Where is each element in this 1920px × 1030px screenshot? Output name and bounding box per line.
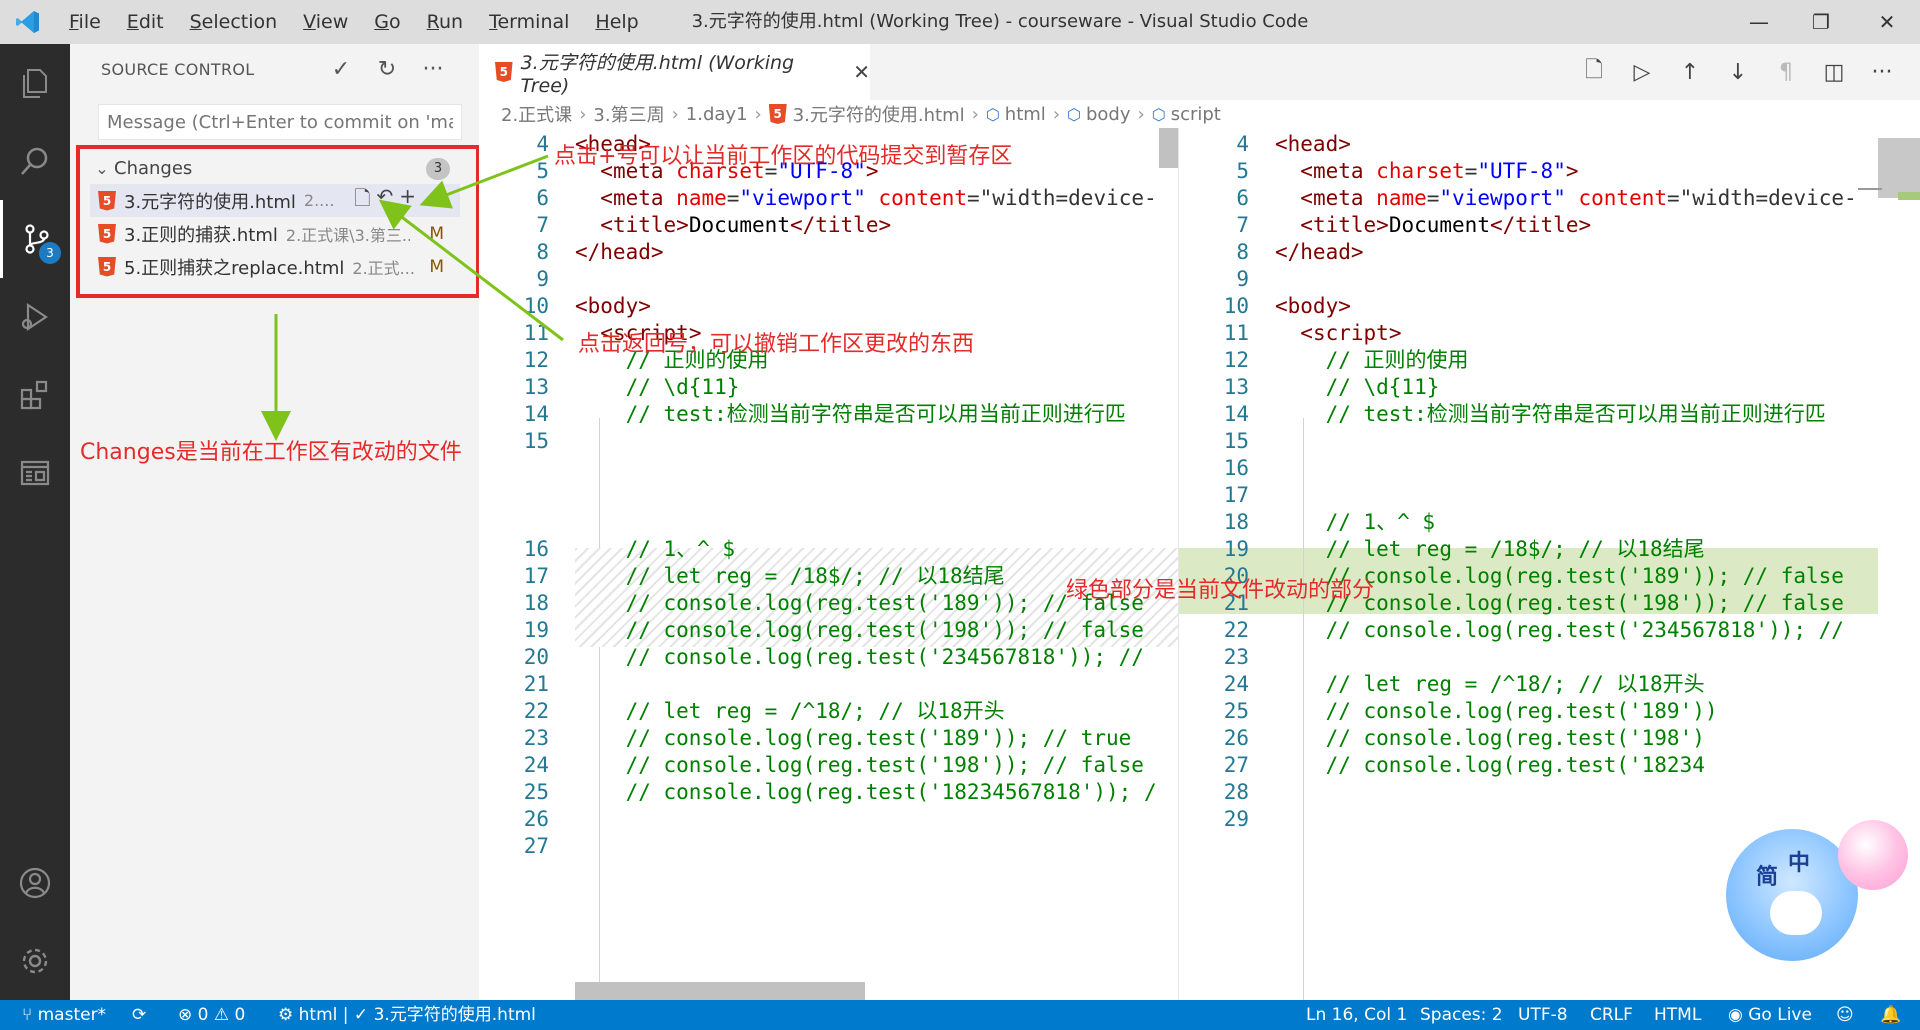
breadcrumb-item[interactable]: 3.元字符的使用.html	[793, 101, 965, 127]
green-annotation: 绿色部分是当前文件改动的部分	[1066, 578, 1375, 603]
close-window-icon[interactable]: ✕	[1856, 0, 1918, 44]
notifications-bell-icon[interactable]: 🔔	[1880, 1000, 1901, 1030]
breadcrumb-item[interactable]: html	[1005, 104, 1046, 125]
activity-bar: 3	[0, 44, 70, 1000]
language-status[interactable]: ⚙ html | ✓ 3.元字符的使用.html	[278, 1000, 536, 1030]
minimize-icon[interactable]: —	[1728, 0, 1790, 44]
status-bar: ⑂ master* ⟳ ⊗ 0 ⚠ 0 ⚙ html | ✓ 3.元字符的使用.…	[0, 1000, 1920, 1030]
next-change-icon[interactable]: ↓	[1723, 57, 1753, 87]
sync-icon[interactable]: ⟳	[132, 1000, 146, 1030]
overview-marker	[1858, 188, 1882, 190]
tab-label: 3.元字符的使用.html (Working Tree)	[520, 51, 795, 97]
whitespace-icon[interactable]: ¶	[1771, 57, 1801, 87]
extensions-icon[interactable]	[0, 356, 70, 434]
refresh-icon[interactable]: ↻	[372, 54, 402, 84]
indentation[interactable]: Spaces: 2	[1420, 1000, 1503, 1030]
remote-explorer-icon[interactable]	[0, 434, 70, 512]
go-live-button[interactable]: ◉ Go Live	[1728, 1000, 1812, 1030]
editor-tab-bar: 5 3.元字符的使用.html (Working Tree) ✕ 🗋 ▷ ↑ ↓…	[479, 44, 1920, 100]
branch-indicator[interactable]: ⑂ master*	[22, 1000, 106, 1030]
stage-annotation: 点击+号可以让当前工作区的代码提交到暂存区	[554, 144, 1013, 169]
sidebar-title: SOURCE CONTROL	[101, 60, 255, 79]
menu-run[interactable]: Run	[414, 0, 476, 44]
close-tab-icon[interactable]: ✕	[853, 60, 870, 84]
window-title: 3.元字符的使用.html (Working Tree) - coursewar…	[691, 11, 1309, 32]
problems-indicator[interactable]: ⊗ 0 ⚠ 0	[178, 1000, 245, 1030]
restore-icon[interactable]: ❐	[1790, 0, 1852, 44]
cursor-position[interactable]: Ln 16, Col 1	[1306, 1000, 1407, 1030]
discard-annotation: 点击返回号，可以撤销工作区更改的东西	[578, 332, 975, 357]
previous-change-icon[interactable]: ↑	[1675, 57, 1705, 87]
code-line[interactable]: 27	[479, 830, 1178, 863]
html5-file-icon: 5	[768, 104, 787, 124]
diff-original-pane[interactable]: 34<head>5 <meta charset="UTF-8">6 <meta …	[479, 128, 1178, 1000]
menu-file[interactable]: File	[56, 0, 114, 44]
menu-edit[interactable]: Edit	[114, 0, 177, 44]
more-actions-icon[interactable]: ···	[418, 54, 448, 84]
split-editor-icon[interactable]: ◫	[1819, 57, 1849, 87]
language-mode[interactable]: HTML	[1654, 1000, 1701, 1030]
breadcrumb-item[interactable]: 2.正式课	[501, 101, 572, 127]
line-ending[interactable]: CRLF	[1590, 1000, 1633, 1030]
menu-bar: File Edit Selection View Go Run Terminal…	[56, 0, 652, 44]
breadcrumb-item[interactable]: 1.day1	[686, 104, 748, 125]
commit-check-icon[interactable]: ✓	[326, 54, 356, 84]
vscode-logo-icon	[0, 0, 56, 44]
account-icon[interactable]	[0, 844, 70, 922]
more-actions-icon[interactable]: ···	[1867, 57, 1897, 87]
open-file-icon[interactable]: 🗋	[1579, 57, 1609, 87]
commit-message-input[interactable]	[98, 104, 462, 140]
menu-selection[interactable]: Selection	[177, 0, 291, 44]
changes-annotation: Changes是当前在工作区有改动的文件	[80, 440, 462, 465]
symbol-icon: ⬡	[985, 104, 1000, 124]
symbol-icon: ⬡	[1151, 104, 1166, 124]
breadcrumb: 2.正式课 › 3.第三周 › 1.day1 › 5 3.元字符的使用.html › ⬡…	[479, 100, 1920, 128]
changes-highlight-box	[76, 145, 480, 298]
line-number: 27	[523, 834, 549, 858]
menu-go[interactable]: Go	[361, 0, 413, 44]
tab-active-diff[interactable]: 5 3.元字符的使用.html (Working Tree) ✕	[479, 44, 870, 100]
code-line[interactable]: 15	[479, 425, 1178, 458]
horizontal-scrollbar-thumb[interactable]	[575, 982, 865, 1000]
line-number: 15	[523, 429, 549, 453]
source-control-icon[interactable]: 3	[0, 200, 70, 278]
overview-ruler-thumb[interactable]	[1878, 138, 1920, 198]
menu-view[interactable]: View	[290, 0, 361, 44]
explorer-icon[interactable]	[0, 44, 70, 122]
settings-gear-icon[interactable]	[0, 922, 70, 1000]
run-debug-icon[interactable]	[0, 278, 70, 356]
overview-added-marker	[1898, 192, 1920, 200]
run-icon[interactable]: ▷	[1627, 57, 1657, 87]
title-bar: File Edit Selection View Go Run Terminal…	[0, 0, 1920, 44]
html5-file-icon: 5	[495, 62, 513, 82]
line-number: 29	[1223, 807, 1249, 831]
balloon-image	[1838, 820, 1908, 890]
breadcrumb-item[interactable]: script	[1171, 104, 1221, 125]
symbol-icon: ⬡	[1067, 104, 1081, 124]
menu-terminal[interactable]: Terminal	[476, 0, 582, 44]
breadcrumb-item[interactable]: body	[1086, 104, 1131, 125]
search-icon[interactable]	[0, 122, 70, 200]
feedback-icon[interactable]: ☺	[1836, 1000, 1854, 1030]
breadcrumb-item[interactable]: 3.第三周	[593, 101, 664, 127]
encoding[interactable]: UTF-8	[1518, 1000, 1568, 1030]
scm-badge: 3	[39, 242, 61, 264]
